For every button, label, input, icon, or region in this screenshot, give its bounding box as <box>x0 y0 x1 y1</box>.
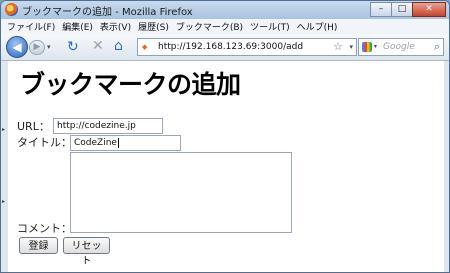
forward-button[interactable]: ▶ <box>29 40 45 55</box>
address-text[interactable]: http://192.168.123.69:3000/add <box>158 42 303 52</box>
site-favicon-icon: ◆ <box>142 43 148 51</box>
page-title: ブックマークの追加 <box>20 70 241 99</box>
menu-view[interactable]: 表示(V) <box>100 20 131 33</box>
search-bar[interactable]: ▾ Google ⌕ <box>358 38 444 56</box>
window-controls: – □ ✕ <box>370 2 446 17</box>
address-bar[interactable]: ◆ http://192.168.123.69:3000/add ☆ ▾ <box>137 38 357 56</box>
close-button[interactable]: ✕ <box>412 2 446 17</box>
window-title: ブックマークの追加 - Mozilla Firefox <box>22 7 193 18</box>
navigation-toolbar: ◀ ▶ ▾ ↻ ✕ ⌂ ◆ http://192.168.123.69:3000… <box>1 34 449 61</box>
menu-bar: ファイル(F) 編集(E) 表示(V) 履歴(S) ブックマーク(B) ツール(… <box>1 19 449 34</box>
menu-history[interactable]: 履歴(S) <box>138 20 169 33</box>
search-placeholder[interactable]: Google <box>383 42 415 52</box>
home-icon[interactable]: ⌂ <box>114 38 123 54</box>
sidebar-toggle-bottom-icon[interactable]: ▸ <box>2 198 6 206</box>
maximize-button[interactable]: □ <box>391 2 413 17</box>
browser-window: ブックマークの追加 - Mozilla Firefox – □ ✕ ファイル(F… <box>0 0 450 273</box>
firefox-icon <box>5 3 18 16</box>
comment-label: コメント： <box>17 222 72 235</box>
search-icon[interactable]: ⌕ <box>434 40 440 54</box>
back-button[interactable]: ◀ <box>6 36 28 58</box>
minimize-button[interactable]: – <box>370 2 392 17</box>
submit-button[interactable]: 登録 <box>19 237 58 254</box>
text-caret <box>117 137 119 148</box>
url-label: URL： <box>17 120 50 133</box>
page-content: ブックマークの追加 URL： http://codezine.jp タイトル： … <box>8 61 444 272</box>
menu-edit[interactable]: 編集(E) <box>62 20 93 33</box>
address-dropdown-icon[interactable]: ▾ <box>349 43 353 51</box>
menu-file[interactable]: ファイル(F) <box>7 20 55 33</box>
comment-textarea[interactable] <box>70 152 292 233</box>
menu-tools[interactable]: ツール(T) <box>250 20 290 33</box>
history-dropdown-icon[interactable]: ▾ <box>47 43 51 51</box>
title-bar[interactable]: ブックマークの追加 - Mozilla Firefox – □ ✕ <box>1 1 449 19</box>
reload-icon[interactable]: ↻ <box>67 39 79 55</box>
bookmark-star-icon[interactable]: ☆ <box>333 40 343 54</box>
title-label: タイトル： <box>17 136 72 149</box>
menu-help[interactable]: ヘルプ(H) <box>297 20 338 33</box>
title-input[interactable]: CodeZine <box>70 135 181 151</box>
menu-bookmarks[interactable]: ブックマーク(B) <box>176 20 243 33</box>
url-input[interactable]: http://codezine.jp <box>53 118 163 134</box>
reset-button[interactable]: リセット <box>63 237 110 267</box>
title-input-text: CodeZine <box>74 138 117 148</box>
engine-dropdown-icon[interactable]: ▾ <box>374 43 377 50</box>
stop-icon[interactable]: ✕ <box>92 38 104 54</box>
sidebar-toggle-top-icon[interactable]: ▸ <box>2 126 6 134</box>
google-icon[interactable] <box>362 42 372 52</box>
